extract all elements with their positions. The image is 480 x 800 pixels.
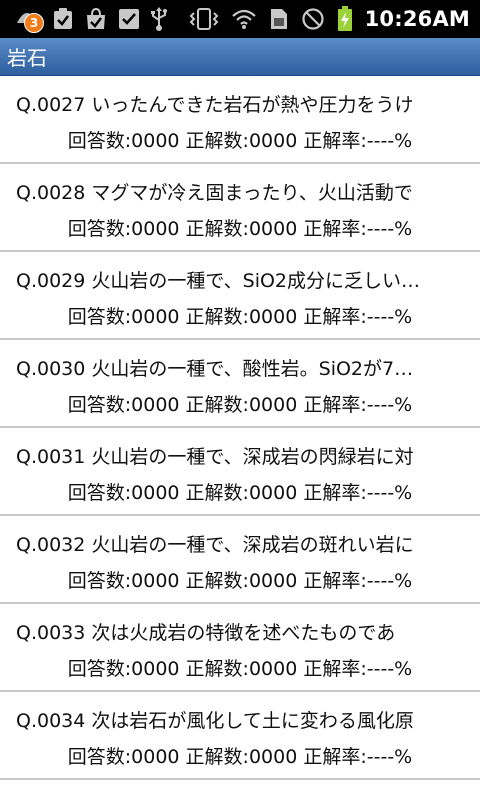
question-item[interactable]: Q.0029 火山岩の一種で、SiO2成分に乏しい… 回答数:0000 正解数:…: [0, 252, 480, 340]
question-text: Q.0034 次は岩石が風化して土に変わる風化原: [16, 710, 414, 732]
question-list: Q.0027 いったんできた岩石が熱や圧力をうけ 回答数:0000 正解数:00…: [0, 76, 480, 780]
question-text: Q.0033 次は火成岩の特徴を述べたものであ: [16, 622, 396, 644]
question-text: Q.0031 火山岩の一種で、深成岩の閃緑岩に対: [16, 446, 414, 468]
question-text: Q.0029 火山岩の一種で、SiO2成分に乏しい…: [16, 270, 421, 292]
shopping-bag-check-icon: [84, 7, 108, 31]
battery-charging-icon: [337, 6, 353, 32]
sim-card-icon: [269, 7, 289, 31]
question-stats: 回答数:0000 正解数:0000 正解率:----%: [67, 482, 413, 504]
question-item[interactable]: Q.0033 次は火成岩の特徴を述べたものであ 回答数:0000 正解数:000…: [0, 604, 480, 692]
question-stats: 回答数:0000 正解数:0000 正解率:----%: [67, 746, 413, 768]
question-item[interactable]: Q.0027 いったんできた岩石が熱や圧力をうけ 回答数:0000 正解数:00…: [0, 76, 480, 164]
check-box-icon: [118, 8, 140, 30]
question-stats: 回答数:0000 正解数:0000 正解率:----%: [67, 570, 413, 592]
wifi-icon: [231, 8, 257, 30]
status-time: 10:26AM: [364, 7, 470, 31]
question-stats: 回答数:0000 正解数:0000 正解率:----%: [67, 306, 413, 328]
question-text: Q.0032 火山岩の一種で、深成岩の斑れい岩に: [16, 534, 414, 556]
question-stats: 回答数:0000 正解数:0000 正解率:----%: [67, 218, 413, 240]
vibrate-icon: [189, 7, 219, 31]
status-right-icons: 10:26AM: [189, 6, 470, 32]
title-bar: 岩石: [0, 38, 480, 76]
notification-count-badge: 3: [24, 13, 44, 33]
question-item[interactable]: Q.0030 火山岩の一種で、酸性岩。SiO2が7… 回答数:0000 正解数:…: [0, 340, 480, 428]
question-stats: 回答数:0000 正解数:0000 正解率:----%: [67, 394, 413, 416]
question-text: Q.0028 マグマが冷え固まったり、火山活動で: [16, 182, 413, 204]
question-item[interactable]: Q.0032 火山岩の一種で、深成岩の斑れい岩に 回答数:0000 正解数:00…: [0, 516, 480, 604]
question-text: Q.0030 火山岩の一種で、酸性岩。SiO2が7…: [16, 358, 414, 380]
page-title: 岩石: [7, 46, 47, 70]
clipboard-check-icon: [52, 7, 74, 31]
status-left-icons: 3: [14, 5, 168, 33]
question-stats: 回答数:0000 正解数:0000 正解率:----%: [67, 658, 413, 680]
question-item[interactable]: Q.0028 マグマが冷え固まったり、火山活動で 回答数:0000 正解数:00…: [0, 164, 480, 252]
status-bar: 3 10:26AM: [0, 0, 480, 38]
no-signal-icon: [301, 7, 325, 31]
question-item[interactable]: Q.0031 火山岩の一種で、深成岩の閃緑岩に対 回答数:0000 正解数:00…: [0, 428, 480, 516]
question-text: Q.0027 いったんできた岩石が熱や圧力をうけ: [16, 94, 414, 116]
question-item[interactable]: Q.0034 次は岩石が風化して土に変わる風化原 回答数:0000 正解数:00…: [0, 692, 480, 780]
notification-icon[interactable]: 3: [14, 5, 44, 33]
usb-icon: [150, 6, 168, 32]
question-stats: 回答数:0000 正解数:0000 正解率:----%: [67, 130, 413, 152]
